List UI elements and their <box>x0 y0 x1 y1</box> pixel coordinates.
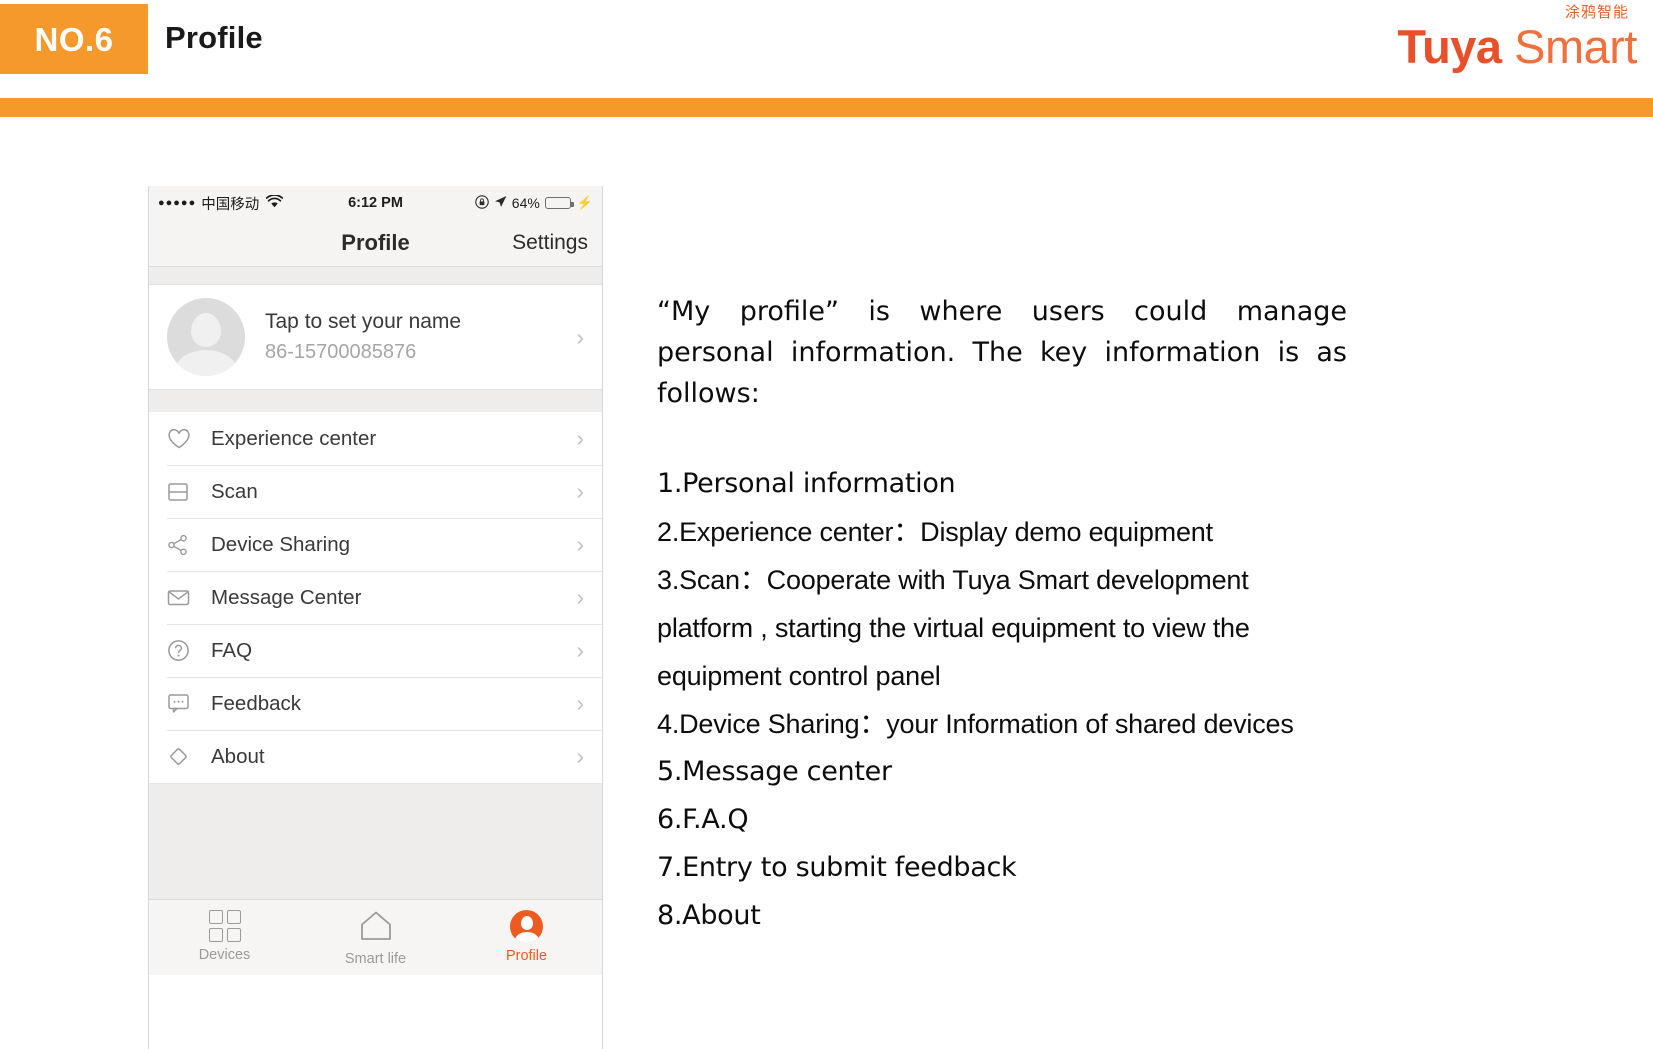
tab-bar: Devices Smart life Profile <box>149 899 602 975</box>
tab-devices[interactable]: Devices <box>149 910 300 963</box>
envelope-icon <box>167 588 197 607</box>
slide-number-badge: NO.6 <box>0 4 148 74</box>
brand-logo: 涂鸦智能 Tuya Smart <box>1397 0 1637 71</box>
profile-text-block: Tap to set your name 86-15700085876 <box>265 308 576 366</box>
slide-root: NO.6 Profile 涂鸦智能 Tuya Smart ●●●●● 中国移动 <box>0 0 1653 1049</box>
chevron-right-icon: › <box>576 743 584 769</box>
diamond-icon <box>167 745 197 768</box>
header-divider-bar <box>0 98 1653 117</box>
settings-button[interactable]: Settings <box>512 231 588 255</box>
menu-item-experience-center[interactable]: Experience center › <box>149 412 602 465</box>
tab-profile[interactable]: Profile <box>451 910 602 964</box>
list-item: 4.Device Sharing：your Information of sha… <box>657 709 1294 739</box>
list-item: 8.About <box>657 900 761 931</box>
chevron-right-icon: › <box>576 690 584 716</box>
grid-icon <box>208 910 241 942</box>
brand-logo-chinese: 涂鸦智能 <box>1564 4 1629 21</box>
intro-paragraph: “My profile” is where users could manage… <box>657 296 1347 409</box>
menu-item-message-center[interactable]: Message Center › <box>149 571 602 624</box>
slide-number-text: NO.6 <box>34 20 114 58</box>
person-icon <box>510 910 543 943</box>
carrier-name: 中国移动 <box>201 196 260 213</box>
list-item: 2.Experience center：Display demo equipme… <box>657 517 1213 547</box>
phone-mockup: ●●●●● 中国移动 6:12 PM 64% ⚡ Profile Setting… <box>148 186 603 1049</box>
menu-item-label: Experience center <box>211 426 377 450</box>
location-arrow-icon <box>494 195 507 211</box>
lightning-bolt-icon: ⚡ <box>576 195 593 210</box>
share-icon <box>167 534 197 556</box>
menu-item-label: Feedback <box>211 691 302 715</box>
battery-percent-label: 64% <box>511 195 540 211</box>
status-bar: ●●●●● 中国移动 6:12 PM 64% ⚡ <box>149 186 602 220</box>
list-item: 3.Scan：Cooperate with Tuya Smart develop… <box>657 565 1250 691</box>
list-item: 6.F.A.Q <box>657 804 749 835</box>
home-icon <box>359 910 393 946</box>
description-panel: “My profile” is where users could manage… <box>657 291 1347 940</box>
profile-phone-number: 86-15700085876 <box>265 341 417 364</box>
menu-item-about[interactable]: About › <box>149 730 602 783</box>
menu-item-scan[interactable]: Scan › <box>149 465 602 518</box>
profile-menu-list: Experience center › Scan › Device Sharin… <box>149 412 602 784</box>
speech-bubble-icon <box>167 693 197 714</box>
chevron-right-icon: › <box>576 637 584 663</box>
chevron-right-icon: › <box>576 425 584 451</box>
section-gap-top <box>149 267 602 284</box>
brand-logo-tuya: Tuya <box>1397 20 1502 73</box>
question-circle-icon <box>167 639 197 662</box>
brand-logo-wordmark: Tuya Smart <box>1397 22 1637 71</box>
menu-item-label: Scan <box>211 479 258 503</box>
feature-list: 1.Personal information 2.Experience cent… <box>657 460 1347 940</box>
avatar[interactable] <box>167 298 245 376</box>
profile-name: Tap to set your name <box>265 309 462 333</box>
signal-strength-icon: ●●●●● <box>158 196 197 209</box>
chevron-right-icon: › <box>576 584 584 610</box>
list-item: 5.Message center <box>657 756 892 787</box>
profile-header-row[interactable]: Tap to set your name 86-15700085876 › <box>149 284 602 390</box>
nav-bar: Profile Settings <box>149 220 602 267</box>
tab-smart-life[interactable]: Smart life <box>300 910 451 967</box>
menu-item-label: About <box>211 744 265 768</box>
chevron-right-icon: › <box>576 323 584 350</box>
list-item: 7.Entry to submit feedback <box>657 852 1017 883</box>
status-bar-left: ●●●●● 中国移动 <box>158 193 284 214</box>
battery-icon <box>544 197 574 209</box>
menu-item-label: Device Sharing <box>211 532 351 556</box>
menu-item-feedback[interactable]: Feedback › <box>149 677 602 730</box>
tab-label: Devices <box>198 947 251 963</box>
heart-icon <box>167 428 197 450</box>
empty-area <box>149 784 602 899</box>
menu-item-faq[interactable]: FAQ › <box>149 624 602 677</box>
chevron-right-icon: › <box>576 531 584 557</box>
rotation-lock-icon <box>475 194 489 212</box>
section-gap-middle <box>149 390 602 412</box>
brand-logo-smart: Smart <box>1514 20 1637 73</box>
page-title: Profile <box>165 20 263 55</box>
menu-item-label: Message Center <box>211 585 362 609</box>
status-bar-right: 64% ⚡ <box>475 194 593 212</box>
wifi-icon <box>266 194 284 211</box>
chevron-right-icon: › <box>576 478 584 504</box>
tab-label: Profile <box>505 948 548 964</box>
list-item: 1.Personal information <box>657 468 956 499</box>
menu-item-device-sharing[interactable]: Device Sharing › <box>149 518 602 571</box>
menu-item-label: FAQ <box>211 638 253 662</box>
tab-label: Smart life <box>344 951 407 967</box>
scan-icon <box>167 482 197 502</box>
